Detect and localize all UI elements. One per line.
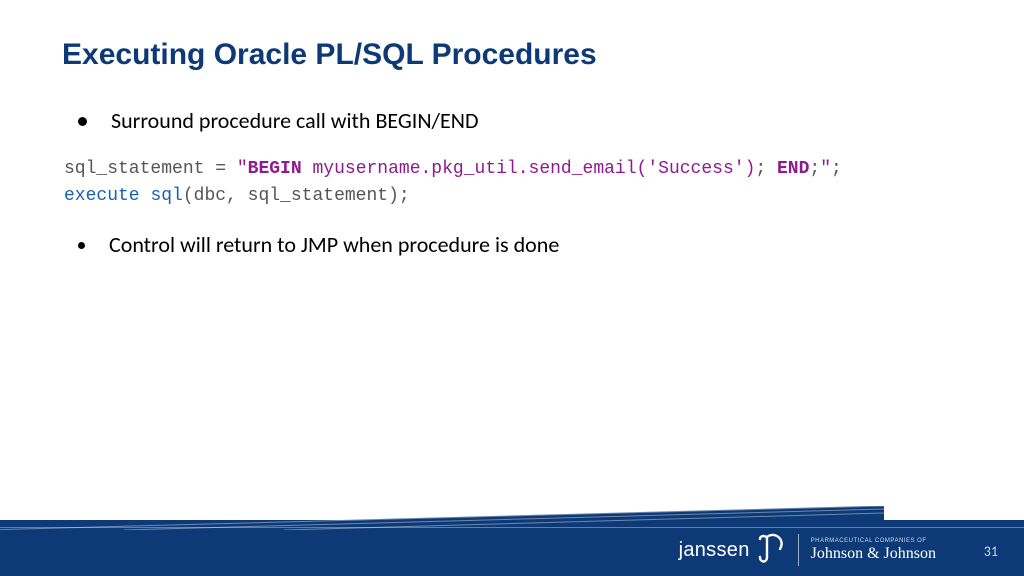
bullet-text: Surround procedure call with BEGIN/END bbox=[111, 108, 479, 134]
bullet-item: Control will return to JMP when procedur… bbox=[62, 232, 964, 258]
jj-wordmark: Johnson & Johnson bbox=[811, 546, 936, 562]
code-token: " bbox=[820, 159, 831, 179]
code-token: ; bbox=[809, 159, 820, 179]
slide-title: Executing Oracle PL/SQL Procedures bbox=[62, 38, 597, 72]
janssen-logo-icon bbox=[756, 533, 786, 567]
slide: Executing Oracle PL/SQL Procedures Surro… bbox=[0, 0, 1024, 576]
bullet-marker-icon bbox=[78, 242, 85, 249]
code-identifier: execute bbox=[64, 186, 140, 206]
code-token: ('Success') bbox=[637, 159, 756, 179]
code-token: ; bbox=[755, 159, 777, 179]
page-number: 31 bbox=[984, 543, 998, 560]
jj-tagline: PHARMACEUTICAL COMPANIES OF bbox=[811, 538, 936, 544]
code-block: sql_statement = "BEGIN myusername.pkg_ut… bbox=[64, 156, 964, 210]
bullet-item: Surround procedure call with BEGIN/END bbox=[62, 108, 964, 134]
brand-block: janssen PHARMACEUTICAL COMPANIES OF John… bbox=[679, 530, 936, 570]
code-identifier: myusername.pkg_util.send_email bbox=[312, 159, 636, 179]
code-keyword: BEGIN bbox=[248, 159, 302, 179]
code-token: sql_statement bbox=[64, 159, 204, 179]
brand-separator bbox=[798, 534, 799, 566]
code-token: = bbox=[204, 159, 236, 179]
bullet-marker-icon bbox=[78, 117, 87, 126]
code-token: " bbox=[237, 159, 248, 179]
bullet-text: Control will return to JMP when procedur… bbox=[109, 232, 559, 258]
code-token bbox=[140, 186, 151, 206]
jj-brand: PHARMACEUTICAL COMPANIES OF Johnson & Jo… bbox=[811, 538, 936, 562]
footer-separator bbox=[0, 527, 1024, 528]
slide-content: Surround procedure call with BEGIN/END s… bbox=[62, 108, 964, 281]
code-token bbox=[302, 159, 313, 179]
code-keyword: END bbox=[777, 159, 809, 179]
code-identifier: sql bbox=[150, 186, 182, 206]
janssen-wordmark: janssen bbox=[679, 539, 750, 562]
code-token: (dbc, sql_statement); bbox=[183, 186, 410, 206]
code-token: ; bbox=[831, 159, 842, 179]
